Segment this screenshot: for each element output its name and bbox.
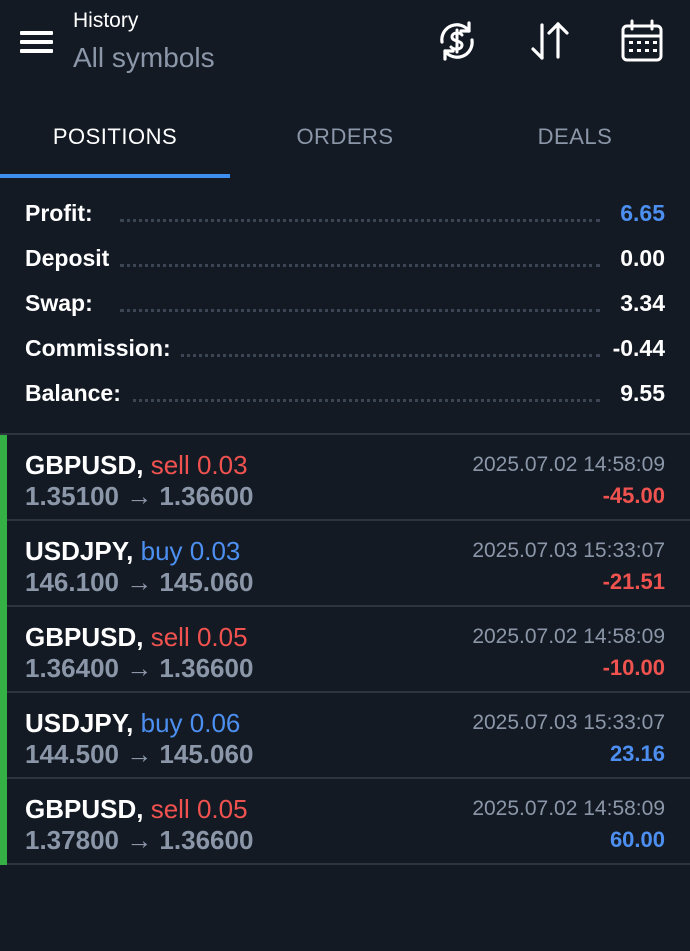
list-item[interactable]: USDJPY, buy 0.06 144.500 → 145.060 2025.… [0,693,690,779]
position-side: buy 0.03 [140,536,241,566]
summary-value: 6.65 [610,200,665,227]
position-symbol: GBPUSD, sell 0.03 [25,450,248,481]
tab-positions[interactable]: POSITIONS [0,105,230,175]
position-prices: 1.35100 → 1.36600 [25,481,254,511]
dotted-leader [120,399,600,402]
position-symbol: GBPUSD, sell 0.05 [25,622,248,653]
position-side: sell 0.03 [150,450,248,480]
list-item[interactable]: GBPUSD, sell 0.05 1.37800 → 1.36600 2025… [0,779,690,865]
list-item[interactable]: USDJPY, buy 0.03 146.100 → 145.060 2025.… [0,521,690,607]
tab-bar: POSITIONS ORDERS DEALS [0,105,690,178]
symbol-name: USDJPY, [25,708,134,738]
sort-icon[interactable] [527,18,573,64]
position-status-bar [0,693,7,779]
position-symbol: USDJPY, buy 0.06 [25,708,240,739]
position-time: 2025.07.02 14:58:09 [472,797,665,820]
summary-row-swap: Swap: 3.34 [0,280,690,325]
summary-label: Deposit [25,245,120,272]
dotted-leader [120,354,600,357]
position-profit: -45.00 [602,483,665,508]
position-profit: -10.00 [602,655,665,680]
position-status-bar [0,779,7,865]
summary-panel: Profit: 6.65 Deposit 0.00 Swap: 3.34 Com… [0,190,690,415]
position-symbol: USDJPY, buy 0.03 [25,536,240,567]
tab-orders[interactable]: ORDERS [230,105,460,175]
position-status-bar [0,435,7,521]
symbol-name: USDJPY, [25,536,134,566]
symbol-name: GBPUSD, [25,450,144,480]
summary-row-deposit: Deposit 0.00 [0,235,690,280]
list-item[interactable]: GBPUSD, sell 0.03 1.35100 → 1.36600 2025… [0,435,690,521]
position-prices: 144.500 → 145.060 [25,739,254,769]
position-time: 2025.07.02 14:58:09 [472,453,665,476]
summary-label: Commission: [25,335,181,362]
summary-value: 0.00 [610,245,665,272]
position-status-bar [0,521,7,607]
menu-icon[interactable] [20,31,53,53]
summary-label: Profit: [25,200,103,227]
position-side: sell 0.05 [150,794,248,824]
summary-label: Swap: [25,290,103,317]
active-tab-indicator [0,174,230,178]
top-app-bar: History All symbols [0,0,690,100]
position-time: 2025.07.03 15:33:07 [472,711,665,734]
position-status-bar [0,607,7,693]
position-time: 2025.07.03 15:33:07 [472,539,665,562]
summary-row-profit: Profit: 6.65 [0,190,690,235]
symbol-name: GBPUSD, [25,622,144,652]
positions-list: GBPUSD, sell 0.03 1.35100 → 1.36600 2025… [0,433,690,865]
dotted-leader [120,264,600,267]
tab-deals[interactable]: DEALS [460,105,690,175]
summary-label: Balance: [25,380,131,407]
position-side: buy 0.06 [140,708,241,738]
list-item[interactable]: GBPUSD, sell 0.05 1.36400 → 1.36600 2025… [0,607,690,693]
summary-value: 3.34 [610,290,665,317]
position-side: sell 0.05 [150,622,248,652]
page-title: History [73,9,139,32]
summary-row-balance: Balance: 9.55 [0,370,690,415]
currency-exchange-icon[interactable] [434,18,480,64]
position-prices: 1.37800 → 1.36600 [25,825,254,855]
symbol-name: GBPUSD, [25,794,144,824]
position-time: 2025.07.02 14:58:09 [472,625,665,648]
dotted-leader [120,219,600,222]
position-profit: -21.51 [602,569,665,594]
summary-row-commission: Commission: -0.44 [0,325,690,370]
position-symbol: GBPUSD, sell 0.05 [25,794,248,825]
position-prices: 146.100 → 145.060 [25,567,254,597]
position-profit: 60.00 [609,827,665,852]
symbol-filter[interactable]: All symbols [73,42,215,74]
position-profit: 23.16 [609,741,665,766]
summary-value: 9.55 [610,380,665,407]
summary-value: -0.44 [602,335,665,362]
dotted-leader [120,309,600,312]
calendar-icon[interactable] [619,18,665,64]
position-prices: 1.36400 → 1.36600 [25,653,254,683]
